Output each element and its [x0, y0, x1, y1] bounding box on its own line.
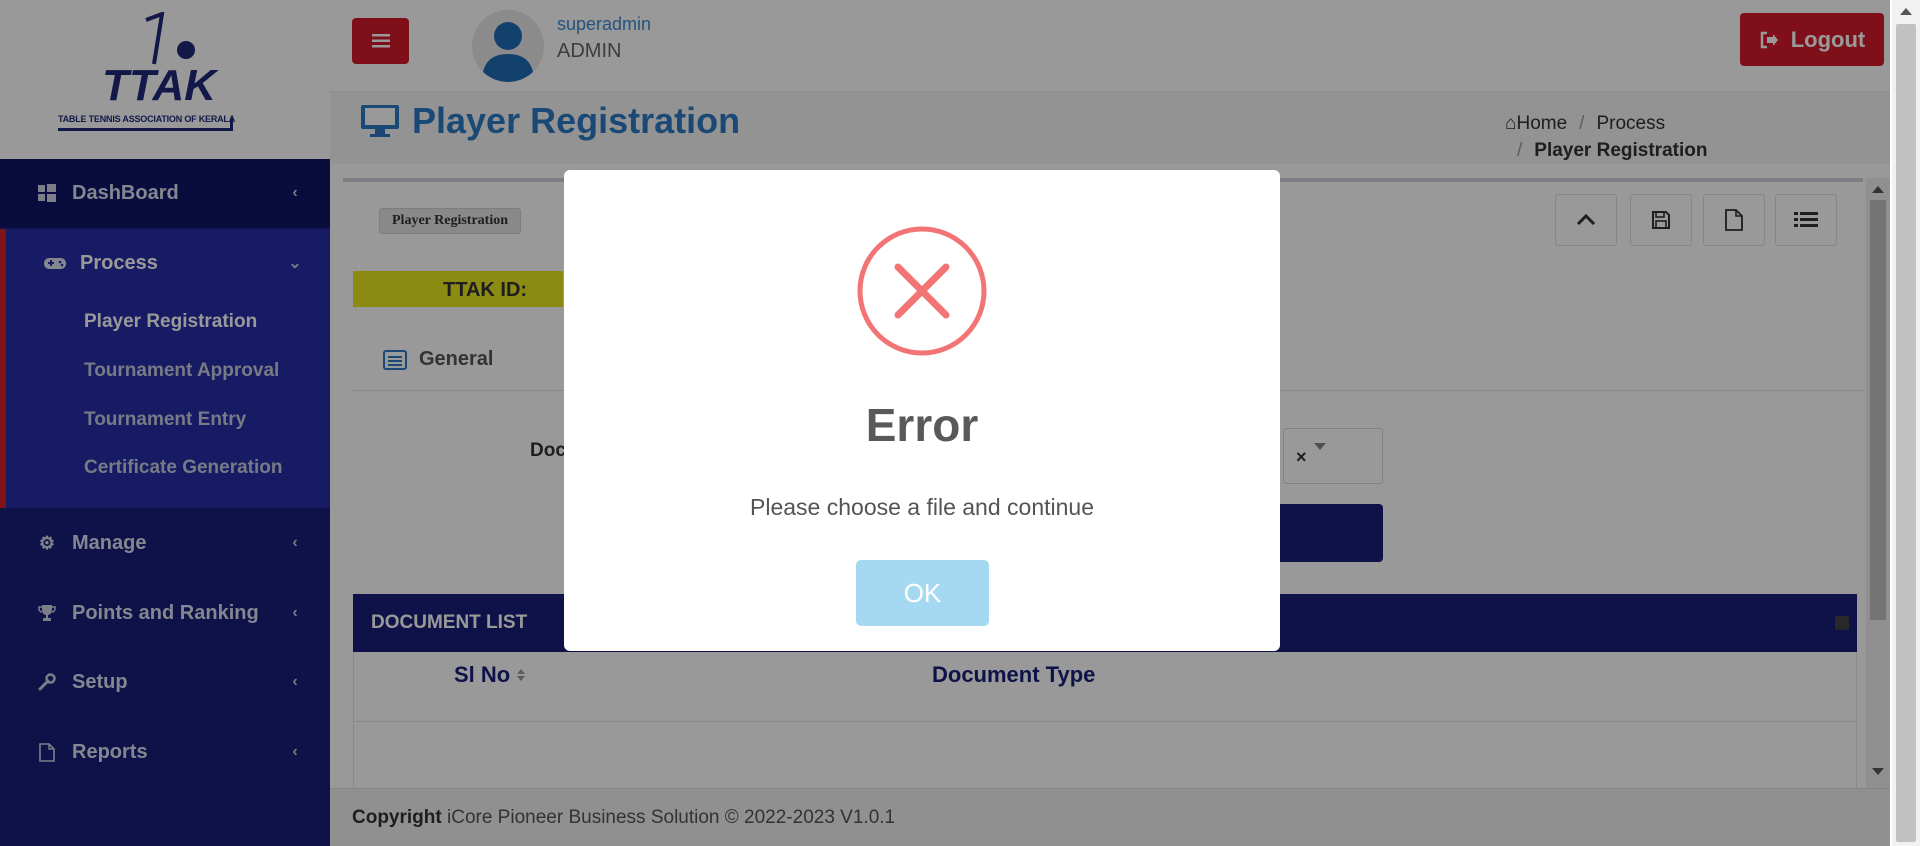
page-scrollbar[interactable] — [1892, 0, 1920, 846]
dialog-title: Error — [865, 399, 979, 451]
dialog-message: Please choose a file and continue — [750, 494, 1094, 520]
ok-button[interactable]: OK — [856, 560, 989, 626]
error-dialog: Error Please choose a file and continue … — [564, 170, 1280, 651]
page-scroll-thumb[interactable] — [1896, 24, 1916, 842]
error-x-icon — [857, 226, 987, 356]
scroll-up-arrow-icon[interactable] — [1900, 8, 1912, 15]
